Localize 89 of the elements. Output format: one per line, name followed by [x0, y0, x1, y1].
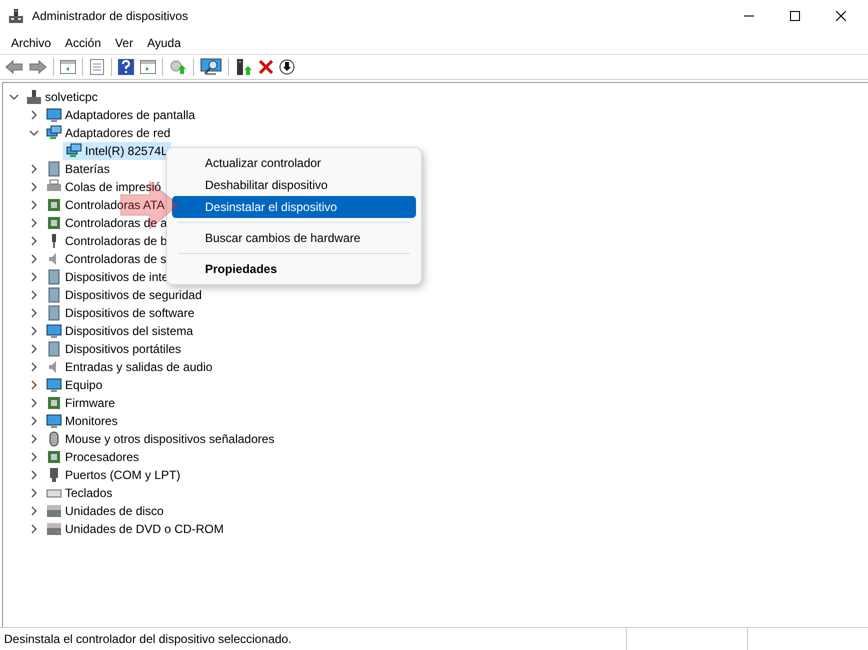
chip-icon [46, 215, 62, 231]
menu-item[interactable]: Ayuda [140, 34, 188, 52]
menu-item[interactable]: Actualizar controlador [172, 152, 416, 174]
close-icon[interactable] [836, 11, 846, 21]
device-icon [46, 341, 62, 357]
tree-item[interactable]: Equipo [43, 376, 106, 394]
tree-item[interactable]: Controladoras de s [43, 250, 170, 268]
tree-item[interactable]: Baterías [43, 160, 113, 178]
drive-icon [46, 521, 62, 537]
tree-item[interactable]: Puertos (COM y LPT) [43, 466, 184, 484]
chevron-right-icon[interactable] [29, 218, 39, 228]
chevron-right-icon[interactable] [29, 110, 39, 120]
window-pane-icon[interactable] [60, 60, 76, 74]
chevron-right-icon[interactable] [29, 200, 39, 210]
status-text: Desinstala el controlador del dispositivo seleccionado. [3, 632, 292, 646]
chevron-right-icon[interactable] [29, 524, 39, 534]
tree-item[interactable]: Teclados [43, 484, 116, 502]
monitor-icon [46, 107, 62, 123]
device-icon [46, 287, 62, 303]
chevron-right-icon[interactable] [29, 362, 39, 372]
menu-item[interactable]: Deshabilitar dispositivo [172, 174, 416, 196]
menu-item[interactable]: Acción [58, 34, 108, 52]
scan-monitor-icon[interactable] [200, 58, 222, 76]
download-circle-icon[interactable] [279, 59, 295, 75]
tree-item[interactable]: Dispositivos del sistema [43, 322, 196, 340]
chevron-down-icon[interactable] [9, 92, 19, 102]
delete-icon[interactable] [259, 60, 273, 74]
chip-icon [46, 197, 62, 213]
chevron-right-icon[interactable] [29, 290, 39, 300]
window-pane-icon[interactable] [140, 60, 156, 74]
network-icon [46, 125, 62, 141]
tree-item[interactable]: Monitores [43, 412, 121, 430]
tree-item[interactable]: Colas de impresió [43, 178, 164, 196]
tree-item[interactable]: Adaptadores de red [43, 124, 174, 142]
back-arrow-icon[interactable] [5, 60, 23, 74]
tree-item[interactable]: Dispositivos de software [43, 304, 198, 322]
chevron-down-icon[interactable] [29, 128, 39, 138]
chip-icon [46, 449, 62, 465]
chevron-right-icon[interactable] [29, 470, 39, 480]
tree-item[interactable]: Firmware [43, 394, 118, 412]
computer-icon [26, 89, 42, 105]
help-icon[interactable] [118, 59, 134, 75]
network-icon [66, 143, 82, 159]
device-icon [46, 161, 62, 177]
monitor-icon [46, 413, 62, 429]
chevron-right-icon[interactable] [29, 326, 39, 336]
menu-item[interactable]: Archivo [4, 34, 58, 52]
chip-icon [46, 395, 62, 411]
app-icon [8, 8, 24, 24]
menu-item[interactable]: Ver [108, 34, 140, 52]
computer-icon [46, 323, 62, 339]
chevron-right-icon[interactable] [29, 398, 39, 408]
menu-item[interactable]: Propiedades [172, 258, 416, 280]
chevron-right-icon[interactable] [29, 344, 39, 354]
menu-item[interactable]: Buscar cambios de hardware [172, 227, 416, 249]
drive-icon [46, 503, 62, 519]
chevron-right-icon[interactable] [29, 254, 39, 264]
tree-item[interactable]: Procesadores [43, 448, 142, 466]
window-title: Administrador de dispositivos [32, 9, 188, 23]
chevron-right-icon[interactable] [29, 380, 39, 390]
chevron-right-icon[interactable] [29, 164, 39, 174]
tree-item[interactable]: Unidades de disco [43, 502, 167, 520]
monitor-icon [46, 377, 62, 393]
tree-item[interactable]: Unidades de DVD o CD-ROM [43, 520, 227, 538]
chevron-right-icon[interactable] [29, 308, 39, 318]
chevron-right-icon[interactable] [29, 182, 39, 192]
maximize-icon[interactable] [790, 11, 800, 21]
tree-item[interactable]: Dispositivos de seguridad [43, 286, 205, 304]
chevron-right-icon[interactable] [29, 236, 39, 246]
chevron-right-icon[interactable] [29, 488, 39, 498]
properties-icon[interactable] [89, 59, 105, 75]
menu-item[interactable]: Desinstalar el dispositivo [172, 196, 416, 218]
tree-item[interactable]: Mouse y otros dispositivos señaladores [43, 430, 278, 448]
tree-item[interactable]: Entradas y salidas de audio [43, 358, 216, 376]
tree-item[interactable]: Controladoras de a [43, 214, 170, 232]
device-icon [46, 269, 62, 285]
chevron-right-icon[interactable] [29, 434, 39, 444]
forward-arrow-icon[interactable] [29, 60, 47, 74]
chevron-right-icon[interactable] [29, 452, 39, 462]
tree-item[interactable]: Adaptadores de pantalla [43, 106, 198, 124]
tree-item[interactable]: Intel(R) 82574L [63, 142, 171, 160]
chevron-right-icon[interactable] [29, 506, 39, 516]
add-device-icon[interactable] [235, 58, 253, 76]
chevron-right-icon[interactable] [29, 272, 39, 282]
tree-item[interactable]: Dispositivos portátiles [43, 340, 184, 358]
chevron-right-icon[interactable] [29, 416, 39, 426]
tree-item[interactable]: Controladoras ATA [43, 196, 168, 214]
tree-item[interactable]: solveticpc [23, 88, 101, 106]
device-icon [46, 305, 62, 321]
